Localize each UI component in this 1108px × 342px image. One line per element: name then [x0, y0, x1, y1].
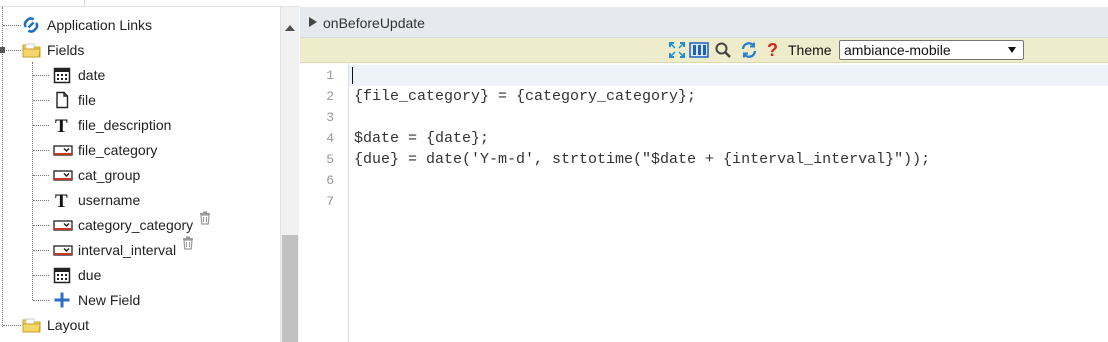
tree-connector [33, 300, 49, 301]
field-label: category_category [78, 216, 194, 233]
field-label: interval_interval [78, 241, 177, 258]
panel-header[interactable]: onBeforeUpdate [300, 7, 1108, 38]
field-label: cat_group [78, 166, 141, 183]
tree-connector [3, 325, 21, 326]
folder-icon [22, 41, 41, 59]
tree-connector [3, 50, 21, 51]
columns-icon[interactable] [689, 42, 709, 58]
fullscreen-icon[interactable] [669, 42, 685, 58]
svg-text:?: ? [767, 40, 778, 58]
field-item-file[interactable]: file [53, 87, 96, 112]
svg-text:T: T [55, 116, 68, 134]
code-line[interactable]: $date = {date}; [354, 130, 489, 147]
top-strip [0, 0, 300, 7]
tree-connector [33, 100, 49, 101]
tree-item-label: Fields [47, 41, 85, 58]
code-line[interactable]: {file_category} = {category_category}; [354, 88, 696, 105]
theme-label: Theme [788, 42, 832, 58]
tree-connector [33, 125, 49, 126]
calendar-icon [53, 266, 71, 284]
expand-triangle-icon[interactable] [309, 17, 317, 27]
tree-connector [33, 275, 49, 276]
tree-connector [33, 75, 49, 76]
file-icon [53, 91, 71, 109]
tree-scrollbar[interactable] [280, 7, 299, 342]
tree-connector [32, 62, 33, 300]
text-icon: T [53, 191, 71, 212]
tree-connector [33, 175, 49, 176]
line-number: 6 [326, 173, 334, 188]
tree-connector [33, 150, 49, 151]
plus-icon [53, 291, 71, 309]
field-label: date [78, 66, 106, 83]
field-item-due[interactable]: due [53, 262, 101, 287]
tree-item-layout[interactable]: Layout [22, 312, 89, 337]
line-number: 2 [326, 89, 334, 104]
tree-item-fields[interactable]: Fields [22, 37, 84, 62]
field-item-cat-group[interactable]: cat_group [53, 162, 140, 187]
tree-item-label: Application Links [47, 16, 153, 33]
theme-select[interactable]: ambiance-mobile [839, 40, 1024, 60]
panel-title: onBeforeUpdate [323, 15, 425, 31]
search-icon[interactable] [715, 42, 731, 58]
tree-connector [2, 7, 3, 327]
code-line[interactable]: {due} = date('Y-m-d', strtotime("$date +… [354, 151, 930, 168]
editor-toolbar: ? Theme ambiance-mobile [300, 38, 1108, 63]
field-label: username [78, 191, 141, 208]
tree-connector [33, 250, 49, 251]
line-number: 5 [326, 152, 334, 167]
top-strip-divider [84, 0, 85, 6]
line-number: 3 [326, 110, 334, 125]
event-editor-panel: onBeforeUpdate ? Theme ambiance-mobile 1… [300, 7, 1108, 342]
scrollbar-thumb[interactable] [282, 235, 298, 342]
field-label: file_description [78, 116, 172, 133]
dropdown-icon [53, 216, 73, 234]
calendar-icon [53, 66, 71, 84]
tree-connector [33, 225, 49, 226]
code-area[interactable]: {file_category} = {category_category}; $… [349, 63, 1108, 342]
help-icon[interactable]: ? [766, 40, 782, 60]
field-label: file_category [78, 141, 158, 158]
field-label: file [78, 91, 96, 108]
field-label: due [78, 266, 102, 283]
theme-select-value: ambiance-mobile [844, 42, 951, 58]
active-line-highlight [349, 65, 1108, 86]
line-number: 7 [326, 194, 334, 209]
field-item-interval-interval[interactable]: interval_interval [53, 236, 194, 262]
refresh-icon[interactable] [740, 41, 758, 59]
line-number: 1 [326, 68, 334, 83]
tree-collapse-marker[interactable] [0, 47, 5, 53]
tree-connector [3, 25, 21, 26]
field-item-date[interactable]: date [53, 62, 105, 87]
tree-item-label: Layout [47, 316, 90, 333]
field-item-file-description[interactable]: T file_description [53, 112, 171, 137]
scroll-up-arrow-icon[interactable] [285, 25, 295, 31]
text-cursor [352, 67, 353, 84]
field-label: New Field [78, 291, 141, 308]
dropdown-icon [53, 141, 73, 159]
chevron-down-icon [1008, 47, 1016, 53]
line-number-gutter: 1 2 3 4 5 6 7 [300, 63, 349, 342]
trash-icon[interactable] [199, 211, 211, 228]
link-icon [22, 16, 40, 34]
folder-icon [22, 316, 41, 334]
line-number: 4 [326, 131, 334, 146]
trash-icon[interactable] [182, 236, 194, 253]
new-field-item[interactable]: New Field [53, 287, 140, 312]
text-icon: T [53, 116, 71, 137]
field-tree: Application Links Fields date file T fil… [0, 7, 280, 342]
field-item-username[interactable]: T username [53, 187, 140, 212]
code-editor[interactable]: 1 2 3 4 5 6 7 {file_category} = {categor… [300, 63, 1108, 342]
tree-item-application-links[interactable]: Application Links [22, 12, 152, 37]
svg-text:T: T [55, 191, 68, 209]
dropdown-icon [53, 241, 73, 259]
field-item-file-category[interactable]: file_category [53, 137, 157, 162]
tree-connector [33, 200, 49, 201]
field-item-category-category[interactable]: category_category [53, 211, 211, 237]
dropdown-icon [53, 166, 73, 184]
